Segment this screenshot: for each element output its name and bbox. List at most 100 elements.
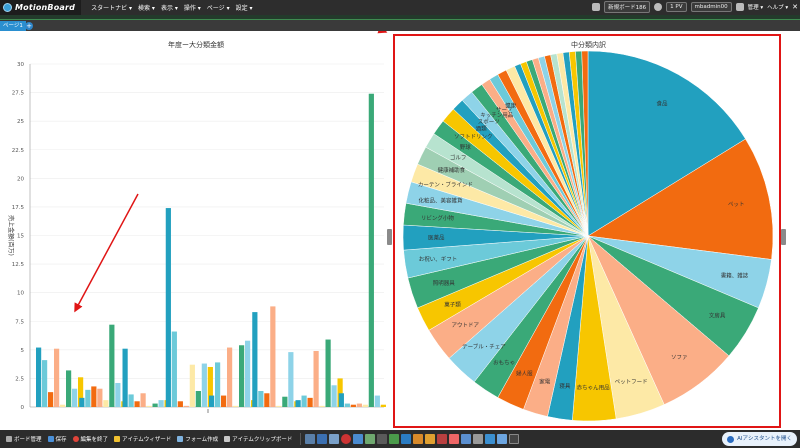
page-tabs: ページ1 + — [0, 20, 800, 31]
bar-mark — [42, 360, 48, 407]
bar-mark — [233, 405, 239, 407]
bar-mark — [79, 397, 85, 407]
bar-mark — [66, 370, 72, 407]
bar-mark — [201, 363, 207, 407]
bar-mark — [368, 93, 374, 407]
gear-icon — [6, 436, 12, 442]
menu-view[interactable]: 表示 ▾ — [161, 3, 178, 12]
add-tab-button[interactable]: + — [25, 22, 33, 30]
main-menu: スタートナビ ▾ 検索 ▾ 表示 ▾ 操作 ▾ ページ ▾ 設定 ▾ — [91, 3, 252, 12]
bar-y-tick: 27.5 — [12, 91, 25, 97]
bar-y-tick: 12.5 — [12, 262, 25, 268]
admin-menu[interactable]: 管理 ▾ — [748, 3, 764, 11]
right-resize-handle[interactable] — [781, 229, 786, 245]
bar-mark — [177, 401, 183, 407]
bar-mark — [122, 348, 128, 407]
form-icon — [177, 436, 184, 442]
bar-mark — [325, 339, 331, 407]
bar-mark — [146, 405, 152, 407]
close-icon[interactable]: ✕ — [792, 3, 798, 11]
board-icon[interactable] — [592, 3, 601, 11]
form-create-button[interactable]: フォーム作成 — [177, 435, 218, 443]
chart-tool-icon[interactable] — [305, 434, 316, 444]
bar-y-tick: 7.5 — [15, 319, 24, 325]
bar-mark — [134, 401, 140, 407]
toolbar-divider — [300, 433, 302, 445]
bar-mark — [313, 350, 319, 407]
map-tool-icon[interactable] — [365, 434, 376, 444]
flag-tool-icon[interactable] — [485, 434, 496, 444]
bar-mark — [128, 394, 134, 407]
web-tool-icon[interactable] — [449, 434, 460, 444]
pdf-tool-icon[interactable] — [437, 434, 448, 444]
save-button[interactable]: 保存 — [47, 435, 67, 443]
bar-mark — [85, 389, 91, 407]
label-tool-icon[interactable] — [377, 434, 388, 444]
board-canvas: 年度ー大分類金額 0 2.5 5 7.5 10 12.5 15 17.5 20 22.5 25 27.… — [0, 31, 800, 430]
bar-chart[interactable]: 0 2.5 5 7.5 10 12.5 15 17.5 20 22.5 25 27.5 30 売上金額(百… — [0, 31, 388, 430]
table-tool-icon[interactable] — [329, 434, 340, 444]
bar-mark — [307, 397, 313, 407]
calendar-tool-icon[interactable] — [461, 434, 472, 444]
bar-y-tick: 20 — [17, 176, 24, 182]
globe-tool-icon[interactable] — [401, 434, 412, 444]
refresh-icon[interactable] — [654, 3, 663, 11]
bar-mark — [239, 345, 245, 407]
bar-mark — [288, 352, 294, 407]
exit-edit-button[interactable]: 編集を終了 — [72, 435, 109, 443]
camera-tool-icon[interactable] — [509, 434, 520, 444]
selection-highlight — [393, 34, 781, 428]
board-manage-label: ボード管理 — [14, 437, 42, 443]
bar-mark — [189, 364, 195, 407]
assistant-icon — [727, 435, 735, 443]
user-icon[interactable] — [735, 3, 744, 11]
bar-mark — [252, 312, 258, 407]
clipboard-icon — [224, 436, 231, 442]
assistant-label: AIアシスタントを開く — [737, 436, 792, 442]
bar-mark — [183, 405, 189, 407]
exit-edit-label: 編集を終了 — [80, 437, 109, 443]
item-wizard-label: アイテムウィザード — [122, 437, 172, 443]
cube-tool-icon[interactable] — [497, 434, 508, 444]
menu-page[interactable]: ページ ▾ — [207, 3, 230, 12]
clock-tool-icon[interactable] — [341, 434, 352, 444]
item-tool-palette — [303, 434, 520, 444]
star-icon — [114, 436, 121, 442]
bar-mark — [245, 340, 251, 407]
tab-page1[interactable]: ページ1 — [0, 21, 26, 31]
folder-tool-icon[interactable] — [413, 434, 424, 444]
bar-y-tick: 5 — [21, 348, 25, 354]
menu-search[interactable]: 検索 ▾ — [138, 3, 155, 12]
help-menu[interactable]: ヘルプ ▾ — [767, 3, 788, 11]
menu-start-navi[interactable]: スタートナビ ▾ — [91, 3, 132, 12]
board-name[interactable]: 新規ボード186 — [604, 1, 651, 13]
item-clipboard-button[interactable]: アイテムクリップボード — [224, 435, 292, 443]
motionboard-app: MotionBoard スタートナビ ▾ 検索 ▾ 表示 ▾ 操作 ▾ ページ … — [0, 0, 800, 448]
app-logo[interactable]: MotionBoard — [0, 0, 82, 15]
bar-mark — [295, 400, 301, 407]
item-clipboard-label: アイテムクリップボード — [232, 437, 293, 443]
save-label: 保存 — [55, 437, 67, 443]
bar-mark — [60, 404, 66, 407]
bar-tool-icon[interactable] — [317, 434, 328, 444]
shape-tool-icon[interactable] — [473, 434, 484, 444]
bar-mark — [221, 395, 227, 407]
item-wizard-button[interactable]: アイテムウィザード — [114, 435, 171, 443]
bar-mark — [140, 393, 146, 407]
board-manage-button[interactable]: ボード管理 — [6, 435, 42, 443]
pv-counter: 1 PV — [666, 2, 687, 12]
bar-mark — [195, 390, 201, 407]
excel-tool-icon[interactable] — [389, 434, 400, 444]
ai-assistant-button[interactable]: AIアシスタントを開く — [722, 432, 797, 446]
bar-mark — [319, 405, 325, 407]
bar-mark — [356, 403, 362, 407]
form-create-label: フォーム作成 — [185, 437, 219, 443]
user-name[interactable]: mbadmin00 — [690, 2, 732, 12]
bar-mark — [91, 386, 97, 407]
menu-settings[interactable]: 設定 ▾ — [236, 3, 253, 12]
bar-mark — [258, 390, 264, 407]
menu-operation[interactable]: 操作 ▾ — [184, 3, 201, 12]
text-tool-icon[interactable] — [425, 434, 436, 444]
bar-mark — [165, 208, 171, 407]
image-tool-icon[interactable] — [353, 434, 364, 444]
